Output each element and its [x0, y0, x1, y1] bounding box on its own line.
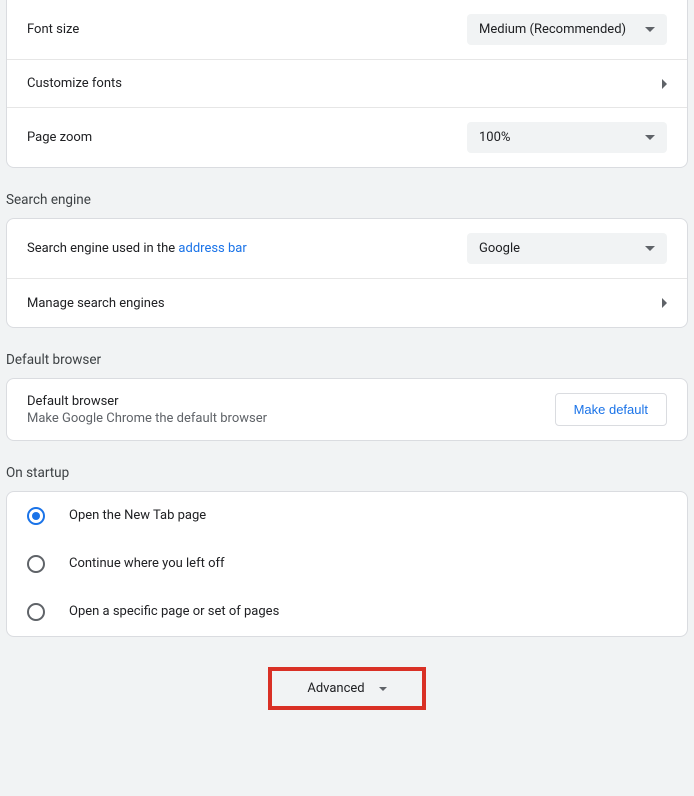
startup-option-new-tab[interactable]: Open the New Tab page [7, 492, 687, 540]
advanced-toggle-button[interactable]: Advanced [307, 681, 386, 696]
manage-search-engines-row[interactable]: Manage search engines [7, 279, 687, 327]
default-browser-row: Default browser Make Google Chrome the d… [7, 379, 687, 440]
search-engine-panel: Search engine used in the address bar Go… [6, 218, 688, 328]
customize-fonts-row[interactable]: Customize fonts [7, 60, 687, 108]
startup-section-title: On startup [6, 465, 688, 481]
customize-fonts-label: Customize fonts [27, 76, 662, 91]
radio-icon[interactable] [27, 603, 45, 621]
chevron-down-icon [379, 687, 387, 691]
default-browser-row-sub: Make Google Chrome the default browser [27, 411, 555, 426]
search-engine-row: Search engine used in the address bar Go… [7, 219, 687, 279]
page-zoom-value: 100% [479, 130, 510, 145]
startup-option-label: Open the New Tab page [69, 508, 206, 523]
page-zoom-row: Page zoom 100% [7, 108, 687, 167]
startup-panel: Open the New Tab page Continue where you… [6, 491, 688, 637]
search-engine-label: Search engine used in the address bar [27, 241, 467, 256]
font-size-select[interactable]: Medium (Recommended) [467, 14, 667, 45]
advanced-section: Advanced [0, 667, 694, 710]
advanced-label: Advanced [307, 681, 364, 696]
radio-icon[interactable] [27, 507, 45, 525]
search-engine-section-title: Search engine [6, 192, 688, 208]
manage-search-engines-label: Manage search engines [27, 296, 662, 311]
search-engine-select[interactable]: Google [467, 233, 667, 264]
chevron-right-icon [662, 298, 667, 308]
startup-option-label: Continue where you left off [69, 556, 225, 571]
search-engine-label-prefix: Search engine used in the [27, 241, 178, 256]
page-zoom-label: Page zoom [27, 130, 467, 145]
chevron-down-icon [645, 135, 655, 140]
font-size-label: Font size [27, 22, 467, 37]
search-engine-value: Google [479, 241, 520, 256]
chevron-down-icon [645, 27, 655, 32]
default-browser-panel: Default browser Make Google Chrome the d… [6, 378, 688, 441]
advanced-highlight-box: Advanced [268, 667, 426, 710]
chevron-right-icon [662, 79, 667, 89]
page-zoom-select[interactable]: 100% [467, 122, 667, 153]
radio-icon[interactable] [27, 555, 45, 573]
address-bar-link[interactable]: address bar [178, 241, 246, 256]
make-default-button[interactable]: Make default [555, 393, 667, 426]
default-browser-section-title: Default browser [6, 352, 688, 368]
font-size-value: Medium (Recommended) [479, 22, 626, 37]
startup-option-continue[interactable]: Continue where you left off [7, 540, 687, 588]
startup-option-label: Open a specific page or set of pages [69, 604, 279, 619]
startup-option-specific-pages[interactable]: Open a specific page or set of pages [7, 588, 687, 636]
chevron-down-icon [645, 246, 655, 251]
appearance-panel: Font size Medium (Recommended) Customize… [6, 0, 688, 168]
default-browser-row-title: Default browser [27, 394, 555, 409]
font-size-row: Font size Medium (Recommended) [7, 0, 687, 60]
